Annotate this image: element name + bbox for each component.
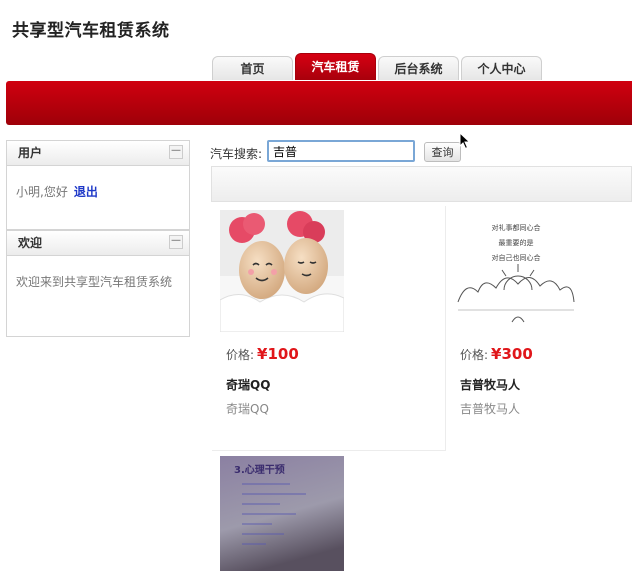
main-nav: 首页 汽车租赁 后台系统 个人中心 (212, 53, 542, 80)
price-label: 价格: (226, 348, 255, 362)
tab-home[interactable]: 首页 (212, 56, 293, 80)
search-input[interactable] (267, 140, 415, 162)
collapse-icon[interactable]: — (169, 145, 183, 159)
price-value: 300 (501, 345, 533, 363)
welcome-panel-title: 欢迎 (18, 236, 43, 250)
car-price: 价格: ¥300 (460, 345, 533, 363)
image-caption-line: 对礼事都同心合 (491, 224, 541, 232)
price-value: 100 (267, 345, 299, 363)
logout-link[interactable]: 退出 (74, 185, 98, 199)
header-banner (6, 81, 632, 125)
image-caption: 对礼事都同心合 最重要的是 对自己也同心合 (484, 221, 548, 266)
search-button[interactable]: 查询 (424, 142, 461, 162)
image-heading: 3.心理干预 (234, 465, 285, 476)
currency-symbol: ¥ (257, 345, 268, 363)
welcome-panel-header: 欢迎 — (7, 231, 189, 256)
price-label: 价格: (460, 348, 489, 362)
image-caption-line: 最重要的是 (498, 239, 534, 247)
tab-car-rental[interactable]: 汽车租赁 (295, 53, 376, 80)
tab-admin[interactable]: 后台系统 (378, 56, 459, 80)
site-title: 共享型汽车租赁系统 (12, 21, 170, 41)
image-caption-line: 对自己也同心合 (491, 254, 541, 262)
car-card[interactable]: 价格: ¥100 奇瑞QQ 奇瑞QQ (212, 206, 442, 450)
tab-user-center[interactable]: 个人中心 (461, 56, 542, 80)
car-card[interactable]: 对礼事都同心合 最重要的是 对自己也同心合 价格: ¥300 吉普牧马人 吉普牧马… (446, 206, 632, 450)
car-card[interactable]: 3.心理干预 (212, 451, 442, 571)
currency-symbol: ¥ (491, 345, 502, 363)
user-panel-header: 用户 — (7, 141, 189, 166)
collapse-icon[interactable]: — (169, 235, 183, 249)
user-panel-title: 用户 (18, 146, 43, 160)
car-subtitle: 奇瑞QQ (226, 402, 269, 416)
car-subtitle: 吉普牧马人 (460, 402, 521, 416)
search-label: 汽车搜索: (210, 147, 263, 161)
car-name[interactable]: 奇瑞QQ (226, 376, 270, 393)
car-price: 价格: ¥100 (226, 345, 299, 363)
result-toolbar (211, 166, 632, 202)
car-name[interactable]: 吉普牧马人 (460, 376, 520, 393)
car-image[interactable] (220, 210, 344, 332)
welcome-message: 欢迎来到共享型汽车租赁系统 (16, 275, 173, 289)
user-greeting: 小明,您好 (16, 185, 68, 199)
welcome-panel: 欢迎 — 欢迎来到共享型汽车租赁系统 (6, 230, 190, 337)
user-panel: 用户 — 小明,您好 退出 (6, 140, 190, 230)
mouse-cursor-icon (459, 132, 471, 150)
